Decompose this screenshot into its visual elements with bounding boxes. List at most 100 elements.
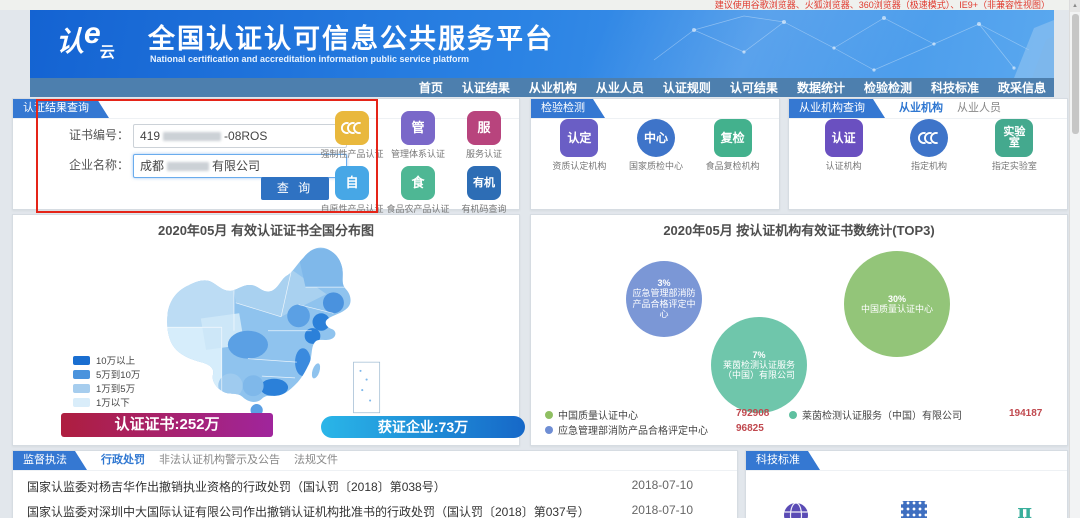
network-pattern-decoration bbox=[634, 10, 1054, 78]
penalty-list-item[interactable]: 国家认监委对杨吉华作出撤销执业资格的行政处罚（国认罚〔2018〕第038号） bbox=[27, 478, 446, 495]
legend-dot bbox=[789, 411, 797, 419]
legend-item: 5万到10万 bbox=[73, 367, 140, 381]
logo-yun-char: 云 bbox=[100, 44, 115, 61]
icon-label: 强制性产品认证 bbox=[319, 147, 385, 160]
legend-dot bbox=[545, 426, 553, 434]
cert-type-icon-grid: 强制性产品认证 管 管理体系认证 服 服务认证 自 自愿性产品认证 食 食品农产… bbox=[319, 111, 517, 215]
tech-header: 科技标准 bbox=[746, 451, 1067, 471]
cert-number-input[interactable]: 419 -08ROS bbox=[133, 124, 347, 148]
qualification-agency-entry[interactable]: 认定 资质认定机构 bbox=[541, 119, 618, 172]
legend-chip bbox=[73, 370, 90, 379]
designated-lab-entry[interactable]: 实验室 指定实验室 bbox=[972, 119, 1057, 172]
tab-inspection[interactable]: 检验检测 bbox=[531, 99, 605, 118]
designated-body-entry[interactable]: 指定机构 bbox=[886, 119, 971, 172]
nav-item-statistics[interactable]: 数据统计 bbox=[797, 79, 845, 96]
subtab-regulations[interactable]: 法规文件 bbox=[294, 451, 338, 470]
chart-legend-item-cqc: 中国质量认证中心 bbox=[545, 407, 638, 422]
nav-item-cert-results[interactable]: 认证结果 bbox=[462, 79, 510, 96]
nav-item-home[interactable]: 首页 bbox=[419, 79, 443, 96]
icon-glyph: 实验室 bbox=[1001, 127, 1027, 149]
nav-item-accreditation[interactable]: 认可结果 bbox=[730, 79, 778, 96]
subtab-agency[interactable]: 从业机构 bbox=[899, 99, 943, 118]
ccc-certification-entry[interactable]: 强制性产品认证 bbox=[319, 111, 385, 160]
scrollbar-up-arrow[interactable]: ▲ bbox=[1070, 0, 1080, 12]
icon-label: 资质认定机构 bbox=[541, 159, 618, 172]
certification-body-entry[interactable]: 认证 认证机构 bbox=[801, 119, 886, 172]
penalty-list-item[interactable]: 国家认监委对深圳中大国际认证有限公司作出撤销认证机构批准书的行政处罚（国认罚〔2… bbox=[27, 503, 590, 518]
food-agri-entry[interactable]: 食 食品农产品认证 bbox=[385, 166, 451, 215]
legend-chip bbox=[73, 384, 90, 393]
renzheng-icon: 认证 bbox=[825, 119, 863, 157]
icon-label: 服务认证 bbox=[451, 147, 517, 160]
food-recheck-entry[interactable]: 复检 食品复检机构 bbox=[694, 119, 771, 172]
bubble-chart-title: 2020年05月 按认证机构有效证书数统计(TOP3) bbox=[531, 220, 1067, 239]
tab-agency-query[interactable]: 从业机构查询 bbox=[789, 99, 885, 118]
nav-item-cert-rules[interactable]: 认证规则 bbox=[663, 79, 711, 96]
standards-grid-icon[interactable] bbox=[901, 501, 927, 518]
page-scrollbar[interactable]: ▲ bbox=[1069, 0, 1080, 518]
youji-icon: 有机 bbox=[467, 166, 501, 200]
inspection-header: 检验检测 bbox=[531, 99, 779, 119]
company-name-suffix: 有限公司 bbox=[212, 159, 260, 173]
legend-label: 应急管理部消防产品合格评定中心 bbox=[558, 422, 708, 437]
company-name-label: 企业名称： bbox=[69, 158, 129, 172]
legend-label: 5万到10万 bbox=[96, 367, 140, 381]
chart-legend-item-emergency: 应急管理部消防产品合格评定中心 bbox=[545, 422, 708, 437]
nav-item-agencies[interactable]: 从业机构 bbox=[529, 79, 577, 96]
scrollbar-thumb[interactable] bbox=[1072, 14, 1079, 134]
header-banner: 认e云 全国认证认可信息公共服务平台 National certificatio… bbox=[30, 10, 1054, 78]
bubble-cqc: 30% 中国质量认证中心 bbox=[844, 251, 950, 357]
nav-item-tech-standards[interactable]: 科技标准 bbox=[931, 79, 979, 96]
subtab-admin-penalty[interactable]: 行政处罚 bbox=[101, 451, 145, 470]
fujian-icon: 复检 bbox=[714, 119, 752, 157]
tech-icon-row: π bbox=[782, 501, 1032, 518]
voluntary-product-entry[interactable]: 自 自愿性产品认证 bbox=[319, 166, 385, 215]
tab-supervision[interactable]: 监督执法 bbox=[13, 451, 87, 470]
company-name-row: 企业名称： 成都有限公司 bbox=[69, 154, 347, 178]
guan-icon: 管 bbox=[401, 111, 435, 145]
legend-label: 1万以下 bbox=[96, 395, 130, 409]
legend-chip bbox=[73, 398, 90, 407]
icon-label: 认证机构 bbox=[801, 159, 886, 172]
logo-ren-char: 认 bbox=[56, 26, 84, 57]
subtab-personnel[interactable]: 从业人员 bbox=[957, 99, 1001, 118]
site-title: 全国认证认可信息公共服务平台 bbox=[148, 17, 554, 56]
china-choropleth-map bbox=[113, 233, 423, 418]
fu-icon: 服 bbox=[467, 111, 501, 145]
nav-item-procurement[interactable]: 政采信息 bbox=[998, 79, 1046, 96]
national-qc-center-entry[interactable]: 中心 国家质检中心 bbox=[618, 119, 695, 172]
legend-label: 10万以上 bbox=[96, 353, 135, 367]
organic-code-entry[interactable]: 有机 有机码查询 bbox=[451, 166, 517, 215]
tab-cert-query[interactable]: 认证结果查询 bbox=[13, 99, 109, 118]
supervision-header: 监督执法 行政处罚 非法认证机构警示及公告 法规文件 bbox=[13, 451, 737, 471]
ccc-mark-icon bbox=[335, 111, 369, 145]
bubble-percent: 3% bbox=[657, 278, 670, 288]
chart-legend-item-rheinland: 莱茵检测认证服务（中国）有限公司 bbox=[789, 407, 962, 422]
bubble-percent: 30% bbox=[888, 294, 906, 304]
subtab-illegal-agency-notice[interactable]: 非法认证机构警示及公告 bbox=[159, 451, 280, 470]
management-system-entry[interactable]: 管 管理体系认证 bbox=[385, 111, 451, 160]
zhongxin-icon: 中心 bbox=[637, 119, 675, 157]
bubble-emergency-center: 3% 应急管理部消防产品合格评定中心 bbox=[626, 261, 702, 337]
legend-item: 1万以下 bbox=[73, 395, 140, 409]
company-total-banner: 获证企业:73万 bbox=[321, 416, 525, 438]
inspection-icon-grid: 认定 资质认定机构 中心 国家质检中心 复检 食品复检机构 bbox=[541, 119, 771, 172]
legend-value-emergency: 96825 bbox=[736, 423, 764, 434]
globe-icon[interactable] bbox=[782, 501, 810, 518]
service-certification-entry[interactable]: 服 服务认证 bbox=[451, 111, 517, 160]
redacted-company-chars bbox=[167, 162, 209, 171]
zi-icon: 自 bbox=[335, 166, 369, 200]
map-panel: 2020年05月 有效认证证书全国分布图 bbox=[12, 214, 520, 446]
nav-item-personnel[interactable]: 从业人员 bbox=[596, 79, 644, 96]
map-legend: 10万以上 5万到10万 1万到5万 1万以下 bbox=[73, 353, 140, 409]
legend-label: 1万到5万 bbox=[96, 381, 135, 395]
page: 建议使用谷歌浏览器、火狐浏览器、360浏览器（极速模式）、IE9+（非兼容性视图… bbox=[0, 0, 1080, 518]
icon-label: 指定实验室 bbox=[972, 159, 1057, 172]
tab-tech-standards[interactable]: 科技标准 bbox=[746, 451, 820, 470]
pi-symbol-icon[interactable]: π bbox=[1017, 501, 1032, 518]
penalty-item-date: 2018-07-10 bbox=[632, 503, 693, 517]
cert-number-suffix: -08ROS bbox=[224, 129, 267, 143]
cert-number-prefix: 419 bbox=[140, 129, 160, 143]
company-name-input[interactable]: 成都有限公司 bbox=[133, 154, 347, 178]
nav-item-inspection[interactable]: 检验检测 bbox=[864, 79, 912, 96]
